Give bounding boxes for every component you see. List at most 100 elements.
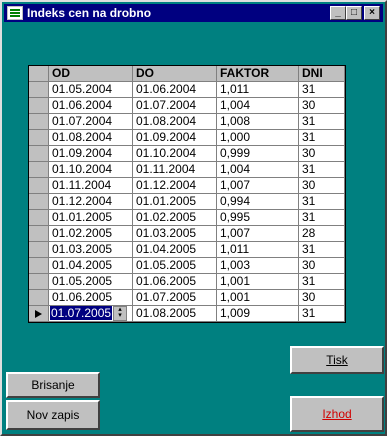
row-indicator[interactable]: [29, 274, 49, 290]
cell-od[interactable]: 01.03.2005: [49, 242, 133, 258]
cell-od[interactable]: 01.05.2004: [49, 82, 133, 98]
cell-dni[interactable]: 31: [299, 130, 345, 146]
table-row[interactable]: 01.11.2004 01.12.2004 1,007 30: [29, 178, 345, 194]
cell-faktor[interactable]: 1,011: [217, 242, 299, 258]
table-row[interactable]: 01.01.2005 01.02.2005 0,995 31: [29, 210, 345, 226]
table-row[interactable]: 01.05.2005 01.06.2005 1,001 31: [29, 274, 345, 290]
title-bar[interactable]: Indeks cen na drobno _ □ ×: [4, 4, 383, 22]
table-row[interactable]: 01.07.2005 ▴ ▾ 01.08.2005 1,009 31: [29, 306, 345, 322]
cell-dni[interactable]: 30: [299, 146, 345, 162]
table-row[interactable]: 01.06.2004 01.07.2004 1,004 30: [29, 98, 345, 114]
cell-faktor[interactable]: 1,003: [217, 258, 299, 274]
cell-dni[interactable]: 31: [299, 194, 345, 210]
row-indicator[interactable]: [29, 306, 49, 322]
cell-dni[interactable]: 31: [299, 82, 345, 98]
col-header-od[interactable]: OD: [49, 66, 133, 82]
cell-dni[interactable]: 31: [299, 114, 345, 130]
col-header-dni[interactable]: DNI: [299, 66, 345, 82]
cell-faktor[interactable]: 1,000: [217, 130, 299, 146]
row-indicator[interactable]: [29, 178, 49, 194]
table-row[interactable]: 01.04.2005 01.05.2005 1,003 30: [29, 258, 345, 274]
cell-dni[interactable]: 28: [299, 226, 345, 242]
cell-faktor[interactable]: 0,994: [217, 194, 299, 210]
table-row[interactable]: 01.05.2004 01.06.2004 1,011 31: [29, 82, 345, 98]
cell-od[interactable]: 01.09.2004: [49, 146, 133, 162]
cell-dni[interactable]: 30: [299, 258, 345, 274]
table-row[interactable]: 01.10.2004 01.11.2004 1,004 31: [29, 162, 345, 178]
cell-do[interactable]: 01.06.2005: [133, 274, 217, 290]
row-indicator[interactable]: [29, 162, 49, 178]
cell-faktor[interactable]: 0,995: [217, 210, 299, 226]
table-row[interactable]: 01.12.2004 01.01.2005 0,994 31: [29, 194, 345, 210]
cell-od[interactable]: 01.08.2004: [49, 130, 133, 146]
row-indicator[interactable]: [29, 82, 49, 98]
cell-do[interactable]: 01.09.2004: [133, 130, 217, 146]
row-indicator[interactable]: [29, 290, 49, 306]
app-icon[interactable]: [7, 6, 23, 20]
cell-od[interactable]: 01.02.2005: [49, 226, 133, 242]
cell-od[interactable]: 01.12.2004: [49, 194, 133, 210]
row-indicator[interactable]: [29, 194, 49, 210]
cell-do[interactable]: 01.03.2005: [133, 226, 217, 242]
cell-do[interactable]: 01.10.2004: [133, 146, 217, 162]
cell-dni[interactable]: 31: [299, 242, 345, 258]
cell-do[interactable]: 01.05.2005: [133, 258, 217, 274]
table-row[interactable]: 01.06.2005 01.07.2005 1,001 30: [29, 290, 345, 306]
minimize-icon[interactable]: _: [330, 6, 346, 20]
cell-dni[interactable]: 31: [299, 210, 345, 226]
cell-faktor[interactable]: 1,001: [217, 290, 299, 306]
table-row[interactable]: 01.09.2004 01.10.2004 0,999 30: [29, 146, 345, 162]
cell-faktor[interactable]: 1,004: [217, 98, 299, 114]
row-indicator[interactable]: [29, 114, 49, 130]
cell-do[interactable]: 01.11.2004: [133, 162, 217, 178]
cell-faktor[interactable]: 1,008: [217, 114, 299, 130]
cell-do[interactable]: 01.07.2005: [133, 290, 217, 306]
spinner-icon[interactable]: ▴ ▾: [113, 306, 128, 321]
cell-od[interactable]: 01.07.2005 ▴ ▾: [49, 306, 133, 322]
cell-dni[interactable]: 31: [299, 306, 345, 322]
cell-faktor[interactable]: 1,009: [217, 306, 299, 322]
row-indicator[interactable]: [29, 258, 49, 274]
delete-button[interactable]: Brisanje: [6, 372, 100, 398]
cell-do[interactable]: 01.12.2004: [133, 178, 217, 194]
exit-button[interactable]: Izhod: [290, 396, 384, 432]
cell-dni[interactable]: 31: [299, 274, 345, 290]
cell-do[interactable]: 01.08.2004: [133, 114, 217, 130]
row-indicator[interactable]: [29, 242, 49, 258]
cell-do[interactable]: 01.04.2005: [133, 242, 217, 258]
col-header-faktor[interactable]: FAKTOR: [217, 66, 299, 82]
cell-od[interactable]: 01.01.2005: [49, 210, 133, 226]
cell-od[interactable]: 01.04.2005: [49, 258, 133, 274]
row-indicator[interactable]: [29, 146, 49, 162]
cell-faktor[interactable]: 1,011: [217, 82, 299, 98]
cell-faktor[interactable]: 1,007: [217, 226, 299, 242]
cell-do[interactable]: 01.01.2005: [133, 194, 217, 210]
cell-dni[interactable]: 31: [299, 162, 345, 178]
cell-do[interactable]: 01.06.2004: [133, 82, 217, 98]
price-index-grid[interactable]: OD DO FAKTOR DNI 01.05.2004 01.06.2004 1,0…: [28, 65, 346, 323]
row-indicator[interactable]: [29, 226, 49, 242]
table-row[interactable]: 01.02.2005 01.03.2005 1,007 28: [29, 226, 345, 242]
new-record-button[interactable]: Nov zapis: [6, 400, 100, 430]
cell-faktor[interactable]: 1,001: [217, 274, 299, 290]
cell-od[interactable]: 01.06.2004: [49, 98, 133, 114]
print-button[interactable]: Tisk: [290, 346, 384, 374]
cell-do[interactable]: 01.07.2004: [133, 98, 217, 114]
row-indicator[interactable]: [29, 98, 49, 114]
col-header-do[interactable]: DO: [133, 66, 217, 82]
cell-od[interactable]: 01.10.2004: [49, 162, 133, 178]
cell-od[interactable]: 01.06.2005: [49, 290, 133, 306]
cell-dni[interactable]: 30: [299, 178, 345, 194]
table-row[interactable]: 01.03.2005 01.04.2005 1,011 31: [29, 242, 345, 258]
table-row[interactable]: 01.07.2004 01.08.2004 1,008 31: [29, 114, 345, 130]
cell-do[interactable]: 01.02.2005: [133, 210, 217, 226]
cell-faktor[interactable]: 1,004: [217, 162, 299, 178]
close-icon[interactable]: ×: [364, 6, 380, 20]
cell-od[interactable]: 01.07.2004: [49, 114, 133, 130]
cell-do[interactable]: 01.08.2005: [133, 306, 217, 322]
cell-dni[interactable]: 30: [299, 98, 345, 114]
row-indicator[interactable]: [29, 130, 49, 146]
row-indicator[interactable]: [29, 210, 49, 226]
cell-dni[interactable]: 30: [299, 290, 345, 306]
cell-od[interactable]: 01.05.2005: [49, 274, 133, 290]
